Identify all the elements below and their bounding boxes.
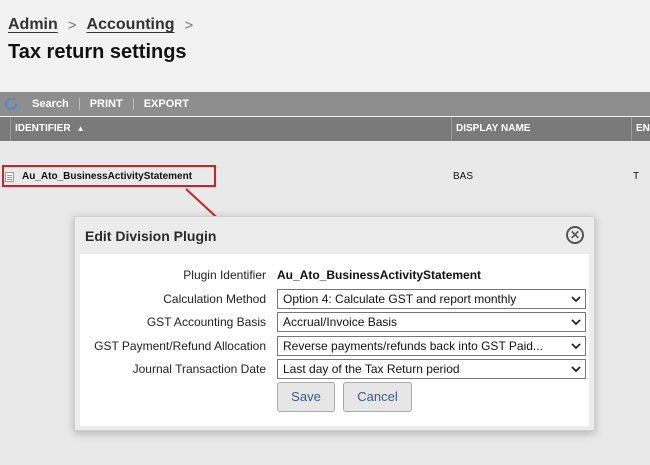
column-header-identifier[interactable]: IDENTIFIER ▲ bbox=[10, 117, 451, 141]
plugin-identifier-label: Plugin Identifier bbox=[183, 268, 266, 282]
gst-accounting-basis-select[interactable]: Accrual/Invoice Basis bbox=[277, 312, 586, 332]
plugin-identifier-value: Au_Ato_BusinessActivityStatement bbox=[277, 268, 482, 282]
close-icon[interactable]: ✕ bbox=[566, 226, 584, 244]
save-button[interactable]: Save bbox=[277, 382, 335, 412]
breadcrumb-separator: > bbox=[184, 16, 194, 34]
table-cell-display-name: BAS bbox=[453, 171, 474, 182]
select-value: Accrual/Invoice Basis bbox=[283, 315, 398, 329]
document-icon bbox=[5, 172, 14, 182]
sort-up-icon: ▲ bbox=[76, 124, 85, 133]
export-button[interactable]: EXPORT bbox=[134, 98, 199, 110]
grid-toolbar: Search PRINT EXPORT bbox=[0, 92, 650, 116]
page-title: Tax return settings bbox=[8, 41, 187, 63]
calculation-method-label: Calculation Method bbox=[163, 292, 266, 306]
table-cell-identifier[interactable]: Au_Ato_BusinessActivityStatement bbox=[22, 171, 192, 182]
breadcrumb-separator: > bbox=[67, 16, 77, 34]
calculation-method-select[interactable]: Option 4: Calculate GST and report month… bbox=[277, 289, 586, 309]
column-label: IDENTIFIER bbox=[15, 123, 71, 134]
chevron-down-icon bbox=[571, 313, 581, 326]
column-header-enabled[interactable]: EN bbox=[631, 117, 650, 141]
cancel-button[interactable]: Cancel bbox=[343, 382, 412, 412]
journal-transaction-date-select[interactable]: Last day of the Tax Return period bbox=[277, 359, 586, 379]
journal-transaction-date-label: Journal Transaction Date bbox=[132, 362, 266, 376]
chevron-down-icon bbox=[571, 290, 581, 303]
select-value: Reverse payments/refunds back into GST P… bbox=[283, 339, 543, 353]
chevron-down-icon bbox=[571, 360, 581, 373]
edit-division-plugin-dialog: Edit Division Plugin ✕ Plugin Identifier… bbox=[74, 216, 595, 431]
chevron-down-icon bbox=[571, 337, 581, 350]
gst-accounting-basis-label: GST Accounting Basis bbox=[146, 315, 266, 329]
dialog-form: Plugin Identifier Au_Ato_BusinessActivit… bbox=[80, 254, 589, 426]
refresh-icon[interactable] bbox=[4, 97, 18, 111]
gst-payment-refund-allocation-select[interactable]: Reverse payments/refunds back into GST P… bbox=[277, 336, 586, 356]
breadcrumb-admin[interactable]: Admin bbox=[8, 16, 58, 34]
select-value: Last day of the Tax Return period bbox=[283, 362, 460, 376]
search-button[interactable]: Search bbox=[32, 98, 79, 110]
dialog-title: Edit Division Plugin bbox=[85, 228, 217, 244]
grid-header: IDENTIFIER ▲ DISPLAY NAME EN bbox=[0, 117, 650, 141]
table-cell-enabled: T bbox=[633, 171, 640, 182]
print-button[interactable]: PRINT bbox=[80, 98, 133, 110]
breadcrumb-accounting[interactable]: Accounting bbox=[87, 16, 175, 34]
column-header-display-name[interactable]: DISPLAY NAME bbox=[451, 117, 631, 141]
gst-payment-refund-allocation-label: GST Payment/Refund Allocation bbox=[94, 339, 266, 353]
select-value: Option 4: Calculate GST and report month… bbox=[283, 292, 517, 306]
breadcrumb: Admin > Accounting > bbox=[8, 15, 203, 35]
